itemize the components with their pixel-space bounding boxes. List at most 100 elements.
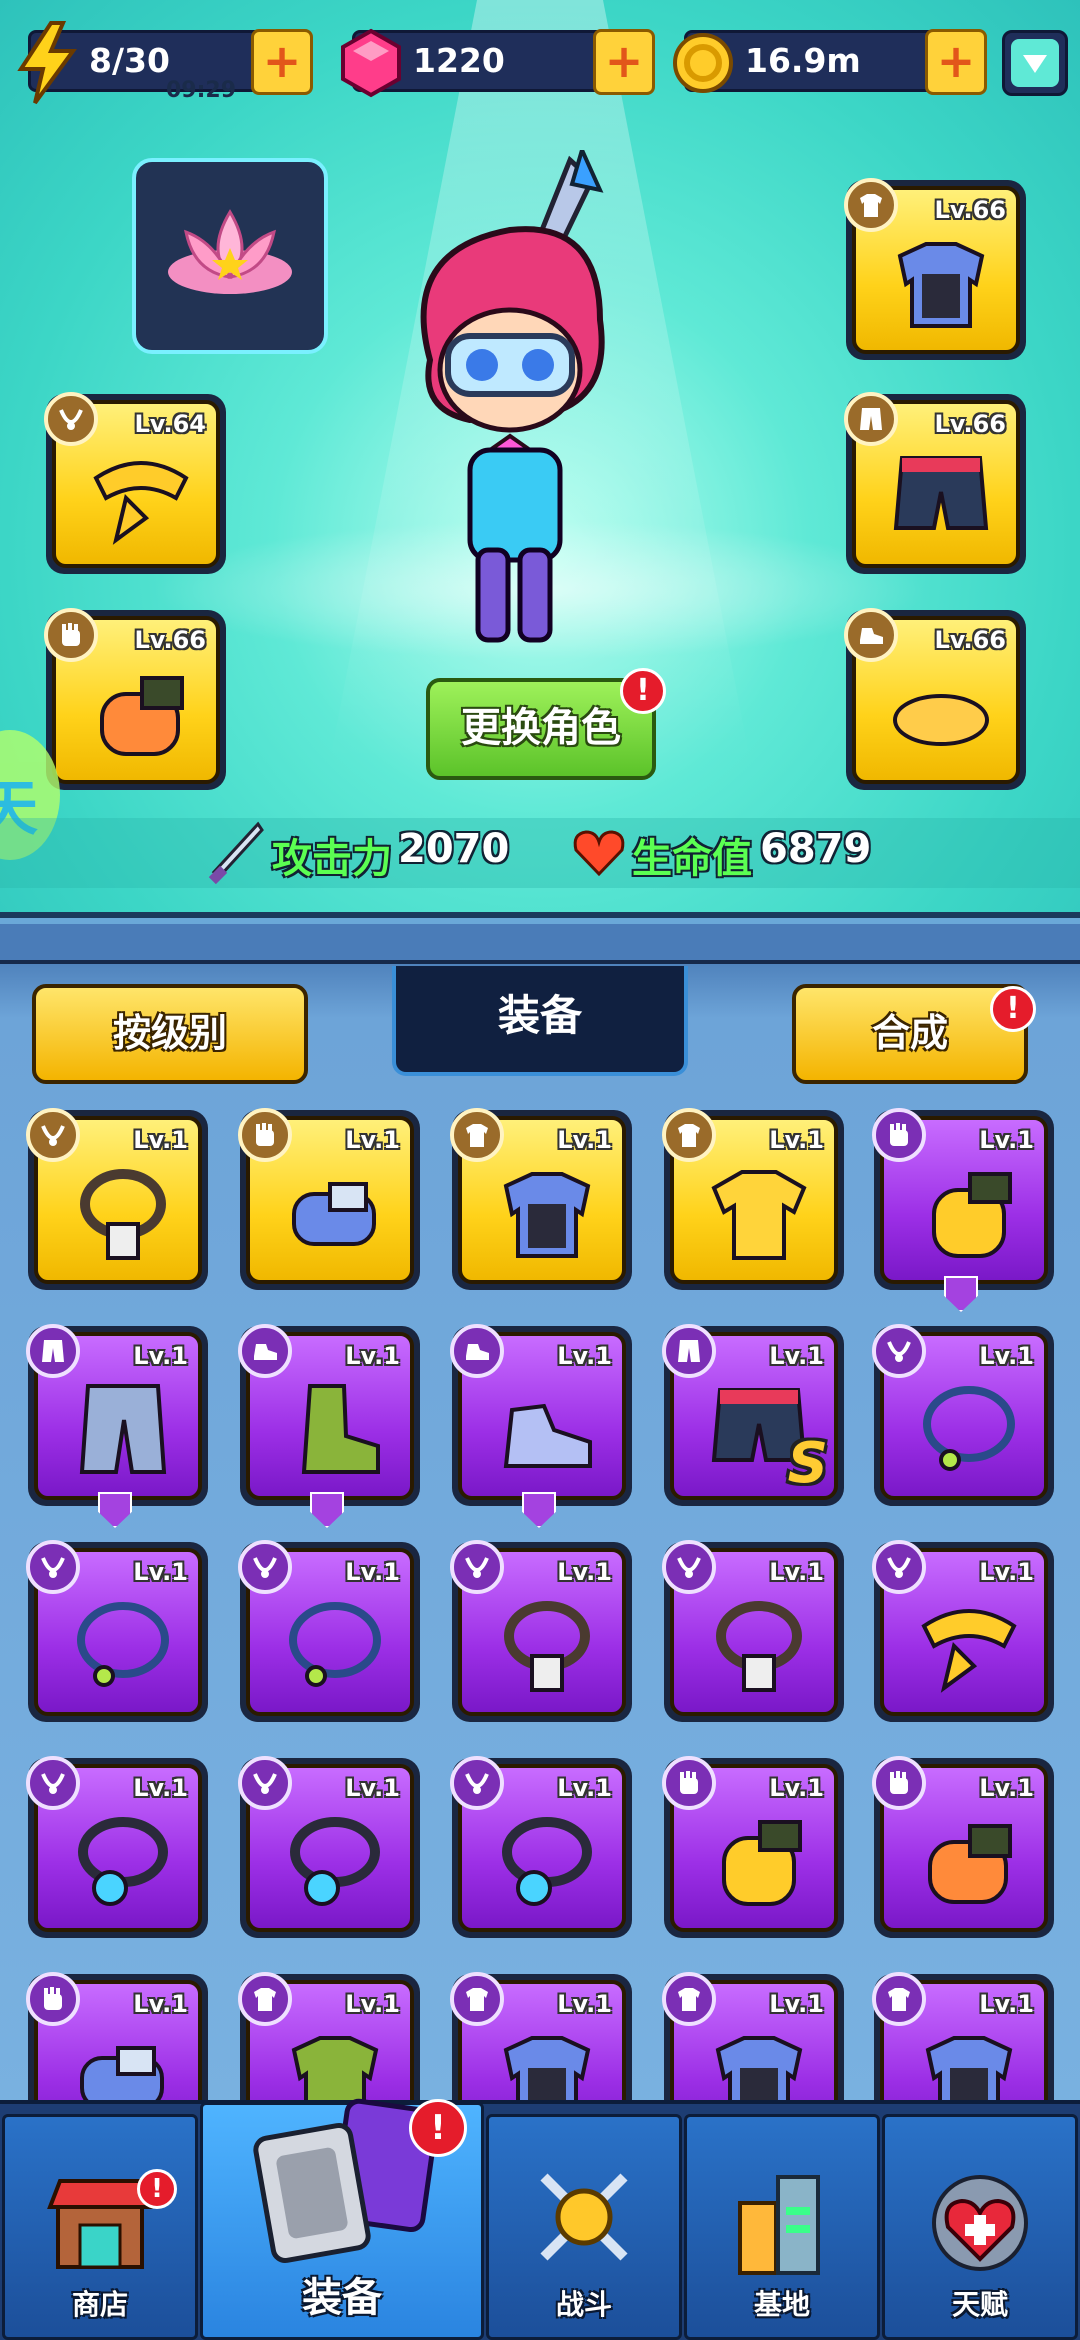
inventory-item[interactable]: Lv.1	[662, 1108, 844, 1290]
item-level: Lv.1	[979, 1990, 1034, 2018]
necklace-type-icon	[26, 1540, 80, 1594]
change-character-badge: !	[620, 668, 666, 714]
gloves-type-icon	[872, 1756, 926, 1810]
shorts-icon	[886, 448, 996, 548]
item-level: Lv.1	[557, 1126, 612, 1154]
nav-base[interactable]: 基地	[684, 2114, 880, 2340]
inventory-item[interactable]: Lv.1	[872, 1108, 1054, 1312]
slot-frame: Lv.1	[872, 1324, 1048, 1500]
inventory-item[interactable]: Lv.1 S	[662, 1324, 844, 1506]
shirt-icon	[704, 1164, 814, 1264]
inventory-item[interactable]: Lv.1	[872, 1756, 1054, 1938]
tag-necklace-icon	[492, 1596, 602, 1696]
inventory-item[interactable]: Lv.1	[450, 1324, 632, 1528]
inventory-item[interactable]: Lv.1	[872, 1324, 1054, 1506]
item-level: Lv.1	[979, 1558, 1034, 1586]
base-icon	[738, 2175, 820, 2275]
item-level: Lv.1	[557, 1990, 612, 2018]
item-level: Lv.1	[979, 1342, 1034, 1370]
armor-type-icon	[662, 1108, 716, 1162]
slot-frame: Lv.1	[26, 1108, 202, 1284]
slot-frame: Lv.1	[662, 1108, 838, 1284]
slot-frame: Lv.1	[872, 1756, 1048, 1932]
shop-shield-button[interactable]	[1002, 30, 1068, 96]
equipped-necklace-slot[interactable]: Lv.64	[44, 392, 226, 574]
tab-equipment[interactable]: 装备	[392, 966, 688, 1076]
nav-base-label: 基地	[753, 2288, 810, 2321]
add-energy-button[interactable]: +	[251, 29, 313, 95]
item-level: Lv.1	[557, 1774, 612, 1802]
inventory-item[interactable]: Lv.1	[26, 1756, 208, 1938]
nav-talent[interactable]: 天赋	[882, 2114, 1078, 2340]
gloves-type-icon	[872, 1108, 926, 1162]
slot-frame: Lv.1	[26, 1540, 202, 1716]
equipped-pants-slot[interactable]: Lv.66	[844, 392, 1026, 574]
nav-battle-label: 战斗	[555, 2288, 612, 2321]
shoes-type-icon	[844, 608, 898, 662]
item-level: Lv.1	[769, 1342, 824, 1370]
inventory-item[interactable]: Lv.1	[26, 1324, 208, 1528]
slot-frame: Lv.1	[238, 1540, 414, 1716]
equipped-shoes-slot[interactable]: Lv.66	[844, 608, 1026, 790]
inventory-item[interactable]: Lv.1	[872, 1540, 1054, 1722]
gem-value: 1220	[413, 41, 505, 80]
pet-slot[interactable]	[132, 158, 328, 354]
slot-frame: Lv.66	[844, 608, 1020, 784]
equipped-armor-slot[interactable]: Lv.66	[844, 178, 1026, 360]
add-gems-button[interactable]: +	[593, 29, 655, 95]
nav-talent-label: 天赋	[951, 2288, 1008, 2321]
scarf-icon	[86, 448, 196, 548]
equipped-gloves-slot[interactable]: Lv.66	[44, 608, 226, 790]
inventory-item[interactable]: Lv.1	[450, 1108, 632, 1290]
gloves-type-icon	[44, 608, 98, 662]
downgrade-marker	[98, 1492, 132, 1528]
inventory-item[interactable]: Lv.1	[662, 1756, 844, 1938]
necklace-type-icon	[44, 392, 98, 446]
necklace-type-icon	[872, 1324, 926, 1378]
slot-frame: Lv.1	[450, 1324, 626, 1500]
inventory-item[interactable]: Lv.1	[26, 1540, 208, 1722]
chest-armor-icon	[492, 1164, 602, 1264]
glove-icon	[914, 1812, 1024, 1912]
inventory-item[interactable]: Lv.1	[450, 1540, 632, 1722]
scarf-icon	[914, 1596, 1024, 1696]
necklace-type-icon	[450, 1540, 504, 1594]
gem-icon	[341, 28, 401, 98]
inventory-item[interactable]: Lv.1	[662, 1540, 844, 1722]
merge-badge: !	[990, 986, 1036, 1032]
inventory-item[interactable]: Lv.1	[238, 1540, 420, 1722]
necklace-type-icon	[26, 1108, 80, 1162]
inventory-item[interactable]: Lv.1	[238, 1324, 420, 1528]
coin-icon	[673, 33, 733, 93]
nav-equipment[interactable]: 装备 !	[200, 2098, 484, 2340]
lotus-icon	[168, 209, 292, 294]
lightning-icon	[17, 21, 77, 105]
inventory-item[interactable]: Lv.1	[450, 1756, 632, 1938]
pants-type-icon	[844, 392, 898, 446]
nav-battle[interactable]: 战斗	[486, 2114, 682, 2340]
slot-frame: Lv.66	[844, 178, 1020, 354]
stats-bar	[0, 818, 1080, 888]
slot-frame: Lv.64	[44, 392, 220, 568]
sandals-icon	[886, 664, 996, 764]
add-gold-button[interactable]: +	[925, 29, 987, 95]
item-level: Lv.66	[934, 196, 1007, 224]
pants-type-icon	[662, 1324, 716, 1378]
inventory-item[interactable]: Lv.1	[26, 1108, 208, 1290]
slot-frame: Lv.1	[450, 1756, 626, 1932]
downgrade-marker	[944, 1276, 978, 1312]
inventory-item[interactable]: Lv.1	[238, 1108, 420, 1290]
inventory-panel: 按级别 装备 合成 ! Lv.1 Lv.1 Lv.1 Lv.1 Lv.1 Lv.1 Lv.1…	[0, 924, 1080, 2154]
bottom-nav: 商店 ! 装备 ! 战斗 基地 天赋	[0, 2098, 1080, 2340]
inventory-item[interactable]: Lv.1	[238, 1756, 420, 1938]
item-level: Lv.1	[979, 1126, 1034, 1154]
nav-shop[interactable]: 商店 !	[2, 2114, 198, 2340]
sort-by-level-button[interactable]: 按级别	[32, 984, 308, 1084]
item-level: Lv.1	[345, 1558, 400, 1586]
gloves-type-icon	[238, 1108, 292, 1162]
gloves-type-icon	[26, 1972, 80, 2026]
yellow-glove-icon	[704, 1812, 814, 1912]
necklace-type-icon	[238, 1540, 292, 1594]
item-level: Lv.64	[134, 410, 207, 438]
ring-necklace-icon	[914, 1380, 1024, 1480]
